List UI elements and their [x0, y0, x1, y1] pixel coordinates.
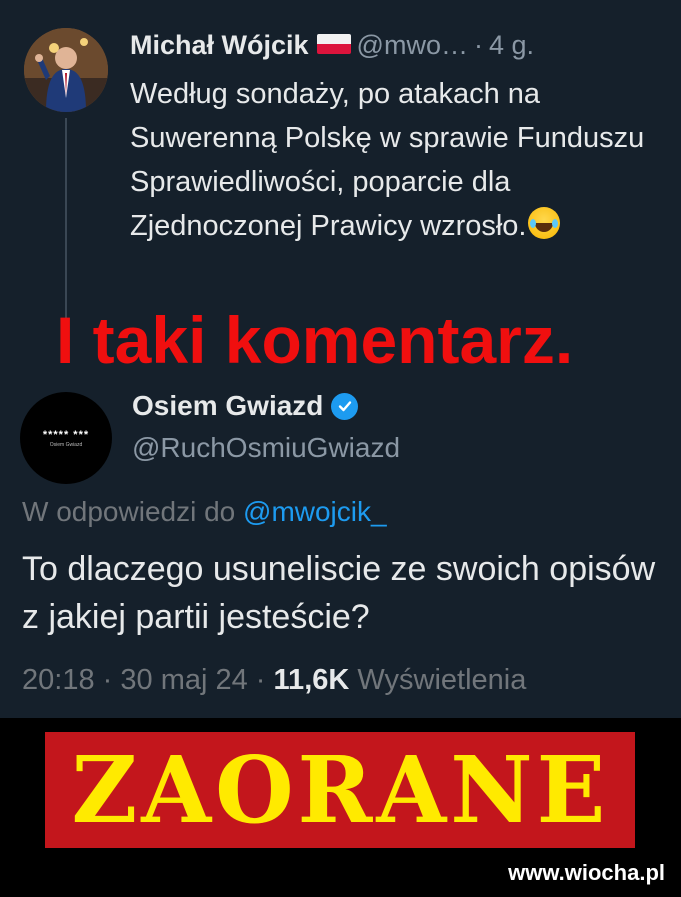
author-name[interactable]: Michał Wójcik	[130, 30, 309, 61]
author-handle[interactable]: @mwo…	[357, 30, 468, 61]
author-name[interactable]: Osiem Gwiazd	[132, 390, 323, 422]
tweet1-text: Według sondaży, po atakach na Suwerenną …	[130, 72, 660, 248]
overlay-comment-caption: I taki komentarz.	[56, 303, 574, 377]
header-separator: ·	[473, 30, 483, 60]
site-watermark: www.wiocha.pl	[508, 860, 665, 885]
views-label: Wyświetlenia	[357, 664, 527, 696]
reply-context: W odpowiedzi do @mwojcik_	[22, 496, 387, 528]
author-handle[interactable]: @RuchOsmiuGwiazd	[132, 432, 400, 464]
tweet2-header: Osiem Gwiazd	[132, 390, 359, 422]
avatar-subtext: Osiem Gwiazd	[49, 441, 83, 448]
poland-flag-icon	[316, 34, 351, 54]
tweet1-body: Według sondaży, po atakach na Suwerenną …	[130, 78, 645, 242]
reply-prefix: W odpowiedzi do	[22, 496, 236, 527]
zaorane-banner-text: ZAORANE	[71, 736, 609, 844]
avatar-stars-text: ***** ***	[42, 428, 90, 441]
tweet-date[interactable]: 30 maj 24	[120, 664, 247, 696]
avatar-michal-wojcik[interactable]	[24, 28, 108, 112]
tweet-time[interactable]: 20:18	[22, 664, 95, 696]
tweet-time[interactable]: 4 g.	[489, 30, 534, 61]
person-photo-icon	[24, 28, 108, 112]
meta-dot: ·	[102, 664, 113, 696]
laughing-tears-emoji-icon	[528, 207, 561, 239]
avatar-osiem-gwiazd[interactable]: ***** *** Osiem Gwiazd	[20, 392, 112, 484]
tweet-screenshot: Michał Wójcik @mwo… · 4 g. Według sondaż…	[0, 0, 681, 718]
views-count: 11,6K	[273, 664, 350, 696]
thread-line	[65, 118, 67, 326]
meta-dot: ·	[255, 664, 266, 696]
tweet2-text: To dlaczego usuneliscie ze swoich opisów…	[22, 550, 656, 636]
tweet1-header: Michał Wójcik @mwo… · 4 g.	[130, 30, 534, 66]
reply-mention-link[interactable]: @mwojcik_	[243, 496, 387, 527]
verified-badge-icon	[331, 392, 359, 420]
zaorane-banner: ZAORANE	[45, 732, 635, 848]
tweet-meta: 20:18 · 30 maj 24 · 11,6K Wyświetlenia	[22, 664, 526, 697]
